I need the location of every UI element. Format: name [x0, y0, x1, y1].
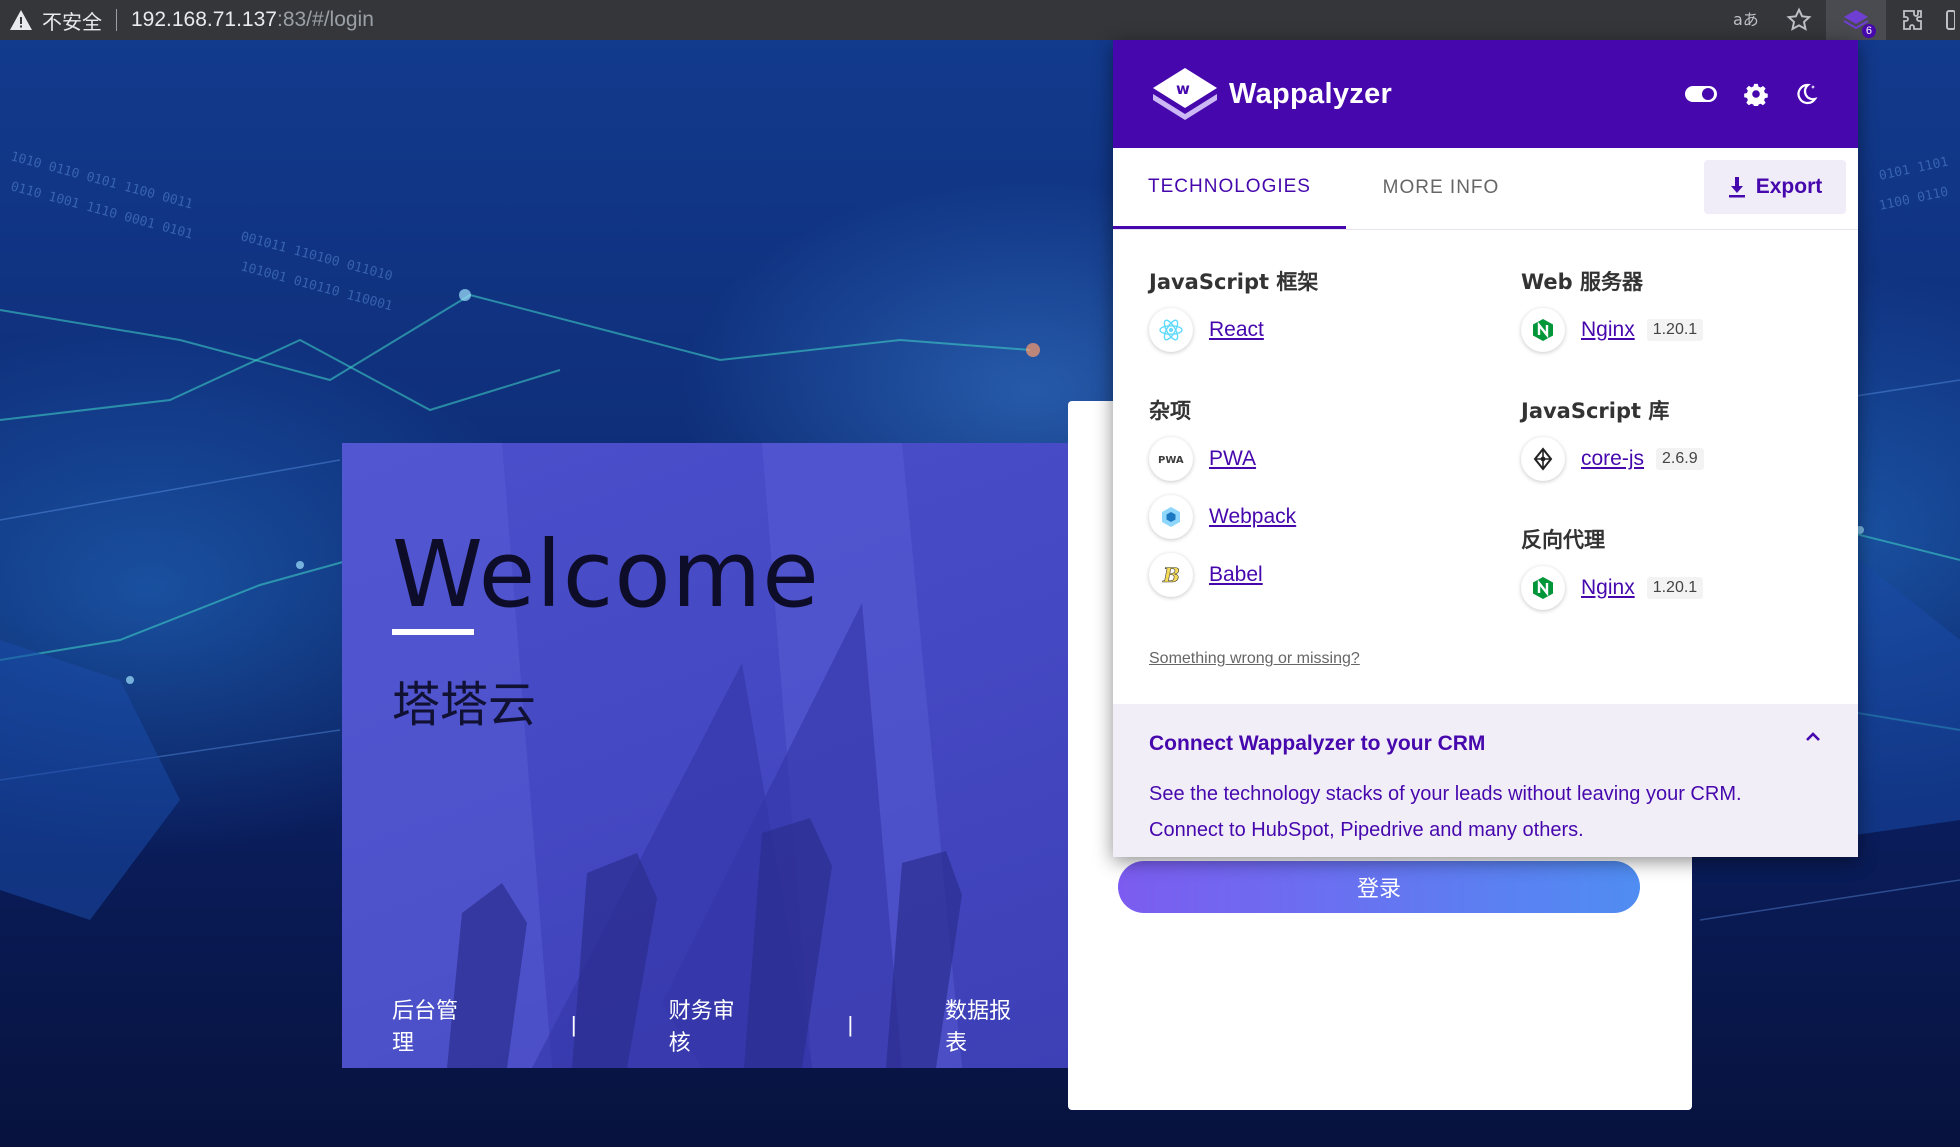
wappalyzer-header: w Wappalyzer [1113, 40, 1858, 148]
address-divider [116, 9, 117, 31]
pwa-icon: PWA [1149, 437, 1193, 481]
tech-item: React [1149, 308, 1479, 352]
category-title: Web 服务器 [1521, 270, 1644, 294]
footer-link-finance[interactable]: 财务审核 [669, 993, 756, 1057]
webpack-icon [1149, 495, 1193, 539]
footer-separator: | [570, 1012, 577, 1037]
wappalyzer-brand: Wappalyzer [1229, 77, 1393, 110]
category-title: 杂项 [1149, 399, 1191, 423]
warning-icon[interactable] [8, 7, 34, 33]
wappalyzer-tabs: TECHNOLOGIES MORE INFO Export [1113, 148, 1858, 230]
tech-item: PWA PWA [1149, 437, 1479, 481]
crm-promo-panel: Connect Wappalyzer to your CRM See the t… [1113, 704, 1858, 857]
crm-description: See the technology stacks of your leads … [1149, 783, 1742, 841]
url-host: 192.168.71.137 [131, 8, 277, 31]
footer-links: 后台管理 | 财务审核 | 数据报表 [392, 993, 1032, 1057]
svg-text:0110 1001 1110 0001 0101: 0110 1001 1110 0001 0101 [9, 179, 194, 242]
react-icon [1149, 308, 1193, 352]
svg-text:B: B [1162, 563, 1180, 587]
crm-title[interactable]: Connect Wappalyzer to your CRM [1149, 732, 1485, 756]
star-icon[interactable] [1772, 0, 1826, 40]
tech-link-react[interactable]: React [1209, 318, 1264, 342]
tech-item: core-js 2.6.9 [1521, 437, 1851, 481]
footer-link-admin[interactable]: 后台管理 [392, 993, 479, 1057]
nginx-icon [1521, 566, 1565, 610]
category-javascript-libraries: JavaScript 库 core-js 2.6.9 [1521, 395, 1851, 481]
gear-icon[interactable] [1744, 82, 1768, 106]
core-js-icon [1521, 437, 1565, 481]
welcome-panel: Welcome 塔塔云 后台管理 | 财务审核 | 数据报表 [342, 443, 1068, 1068]
welcome-subtitle: 塔塔云 [392, 677, 537, 733]
security-label[interactable]: 不安全 [42, 6, 102, 35]
category-web-servers: Web 服务器 Nginx 1.20.1 [1521, 266, 1851, 352]
tab-technologies[interactable]: TECHNOLOGIES [1113, 147, 1346, 229]
tech-version: 1.20.1 [1646, 319, 1704, 341]
category-title: JavaScript 框架 [1149, 270, 1319, 294]
tech-link-nginx[interactable]: Nginx [1581, 318, 1635, 342]
svg-text:0101 1101: 0101 1101 [1878, 155, 1950, 184]
download-icon [1728, 177, 1745, 198]
category-title: 反向代理 [1521, 528, 1605, 552]
tech-item: Webpack [1149, 495, 1479, 539]
report-link[interactable]: Something wrong or missing? [1149, 650, 1360, 668]
tech-item: Nginx 1.20.1 [1521, 308, 1851, 352]
nginx-icon [1521, 308, 1565, 352]
category-javascript-frameworks: JavaScript 框架 React [1149, 266, 1479, 352]
tab-more-info[interactable]: MORE INFO [1346, 147, 1536, 229]
tech-link-core-js[interactable]: core-js [1581, 447, 1644, 471]
technologies-list: JavaScript 框架 React 杂项 PWA PWA Webpack B… [1113, 230, 1858, 708]
category-title: JavaScript 库 [1521, 399, 1670, 423]
footer-link-reports[interactable]: 数据报表 [945, 993, 1032, 1057]
address-bar[interactable]: 192.168.71.137:83/#/login [131, 8, 374, 32]
translate-icon[interactable]: aあ [1718, 0, 1772, 40]
login-button[interactable]: 登录 [1118, 861, 1640, 913]
tech-link-webpack[interactable]: Webpack [1209, 505, 1296, 529]
chevron-up-icon[interactable] [1804, 730, 1822, 749]
browser-toolbar: 不安全 192.168.71.137:83/#/login aあ 6 [0, 0, 1960, 40]
svg-text:1100 0110: 1100 0110 [1878, 185, 1950, 214]
tech-link-pwa[interactable]: PWA [1209, 447, 1256, 471]
tech-item: Nginx 1.20.1 [1521, 566, 1851, 610]
export-button[interactable]: Export [1704, 160, 1846, 214]
puzzle-icon[interactable] [1886, 0, 1940, 40]
wappalyzer-popup: w Wappalyzer TECHNOLOGIES MORE INFO Expo… [1113, 40, 1858, 857]
wappalyzer-logo-icon: w [1153, 68, 1217, 120]
sidebar-edge-icon [1940, 0, 1960, 40]
babel-icon: B [1149, 553, 1193, 597]
title-underline [392, 629, 474, 635]
svg-text:w: w [1176, 80, 1190, 98]
welcome-title: Welcome [392, 521, 820, 628]
category-reverse-proxies: 反向代理 Nginx 1.20.1 [1521, 524, 1851, 610]
export-label: Export [1755, 175, 1823, 198]
dark-mode-icon[interactable] [1794, 82, 1818, 106]
tech-version: 1.20.1 [1646, 577, 1704, 599]
tech-link-babel[interactable]: Babel [1209, 563, 1263, 587]
svg-text:aあ: aあ [1733, 10, 1759, 29]
category-miscellaneous: 杂项 PWA PWA Webpack B Babel [1149, 395, 1479, 597]
svg-text:PWA: PWA [1158, 455, 1184, 466]
footer-separator: | [847, 1012, 854, 1037]
wappalyzer-extension-icon[interactable]: 6 [1826, 0, 1886, 40]
url-path: :83/#/login [276, 8, 374, 31]
extension-badge: 6 [1861, 24, 1876, 38]
tech-version: 2.6.9 [1656, 448, 1704, 470]
tech-link-nginx-proxy[interactable]: Nginx [1581, 576, 1635, 600]
tech-item: B Babel [1149, 553, 1479, 597]
toggle-icon[interactable] [1684, 85, 1718, 103]
